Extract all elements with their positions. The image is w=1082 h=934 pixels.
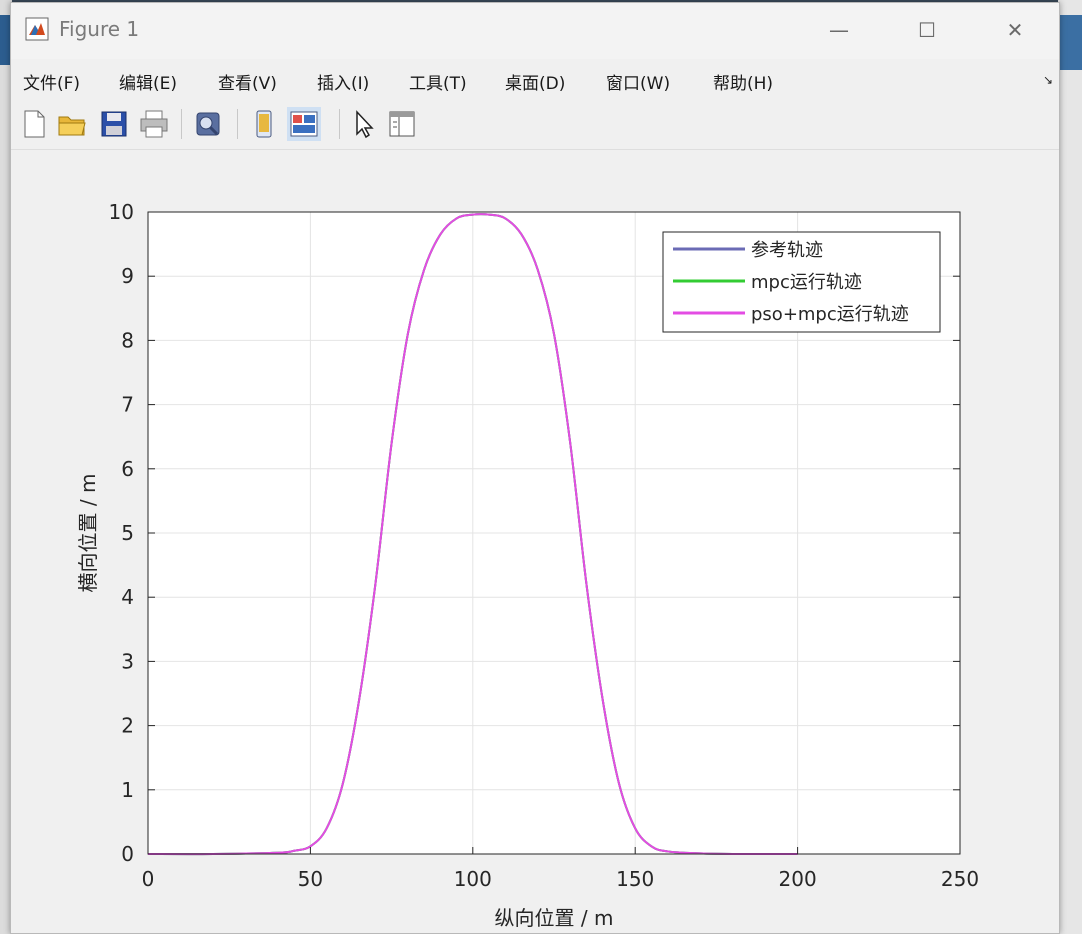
- figure-canvas-area: 0 50 100 150 200 250 0 1 2 3 4 5 6 7 8 9 10 纵向位置 / m 横向…: [11, 150, 1059, 933]
- x-tick-label: 0: [142, 867, 155, 891]
- legend-label-mpc: mpc运行轨迹: [751, 272, 862, 293]
- print-icon[interactable]: [137, 107, 171, 141]
- menu-tools[interactable]: 工具(T): [409, 69, 467, 94]
- menu-bar: 文件(F) 编辑(E) 查看(V) 插入(I) 工具(T) 桌面(D) 窗口(W…: [11, 61, 1059, 99]
- legend-label-pso-mpc: pso+mpc运行轨迹: [751, 304, 909, 325]
- y-axis-label: 横向位置 / m: [76, 474, 100, 593]
- close-button[interactable]: ✕: [995, 13, 1035, 47]
- y-tick-label: 0: [121, 842, 134, 866]
- title-bar[interactable]: Figure 1 — ☐ ✕: [11, 3, 1059, 59]
- show-plot-tools-icon[interactable]: [287, 107, 321, 141]
- legend-label-reference: 参考轨迹: [751, 240, 823, 261]
- menu-view[interactable]: 查看(V): [218, 69, 277, 94]
- y-tick-label: 1: [121, 778, 134, 802]
- background-desktop-right: [1058, 0, 1082, 934]
- y-tick-label: 7: [121, 393, 134, 417]
- save-icon[interactable]: [97, 107, 131, 141]
- y-tick-label: 4: [121, 585, 134, 609]
- x-tick-label: 100: [454, 867, 492, 891]
- menu-help[interactable]: 帮助(H): [713, 69, 773, 94]
- new-figure-icon[interactable]: [17, 107, 51, 141]
- minimize-button[interactable]: —: [819, 13, 859, 47]
- y-tick-label: 9: [121, 264, 134, 288]
- figure-toolbar: [11, 101, 1059, 150]
- maximize-button[interactable]: ☐: [907, 13, 947, 47]
- menu-insert[interactable]: 插入(I): [317, 69, 369, 94]
- y-tick-label: 3: [121, 649, 134, 673]
- y-tick-label: 10: [109, 200, 134, 224]
- line-chart[interactable]: 0 50 100 150 200 250 0 1 2 3 4 5 6 7 8 9 10 纵向位置 / m 横向…: [11, 150, 1059, 933]
- menu-edit[interactable]: 编辑(E): [119, 69, 177, 94]
- legend[interactable]: 参考轨迹 mpc运行轨迹 pso+mpc运行轨迹: [662, 231, 941, 333]
- x-axis-label: 纵向位置 / m: [495, 906, 614, 930]
- menu-overflow-icon[interactable]: ↘: [1043, 73, 1053, 87]
- menu-window[interactable]: 窗口(W): [606, 69, 670, 94]
- x-tick-label: 50: [298, 867, 323, 891]
- y-tick-label: 5: [121, 521, 134, 545]
- toolbar-separator: [181, 109, 182, 139]
- toolbar-separator: [237, 109, 238, 139]
- y-tick-label: 6: [121, 457, 134, 481]
- x-tick-label: 200: [779, 867, 817, 891]
- y-tick-label: 8: [121, 328, 134, 352]
- hide-plot-tools-icon[interactable]: [247, 107, 281, 141]
- link-plot-icon[interactable]: [191, 107, 225, 141]
- open-folder-icon[interactable]: [55, 107, 89, 141]
- x-tick-label: 150: [616, 867, 654, 891]
- edit-plot-arrow-icon[interactable]: [347, 107, 381, 141]
- menu-desktop[interactable]: 桌面(D): [505, 69, 565, 94]
- open-property-inspector-icon[interactable]: [385, 107, 419, 141]
- y-tick-label: 2: [121, 714, 134, 738]
- window-title: Figure 1: [59, 17, 140, 41]
- toolbar-separator: [339, 109, 340, 139]
- menu-file[interactable]: 文件(F): [23, 69, 80, 94]
- matlab-figure-icon: [25, 17, 49, 41]
- x-tick-label: 250: [941, 867, 979, 891]
- figure-window: Figure 1 — ☐ ✕ 文件(F) 编辑(E) 查看(V) 插入(I) 工…: [10, 2, 1060, 934]
